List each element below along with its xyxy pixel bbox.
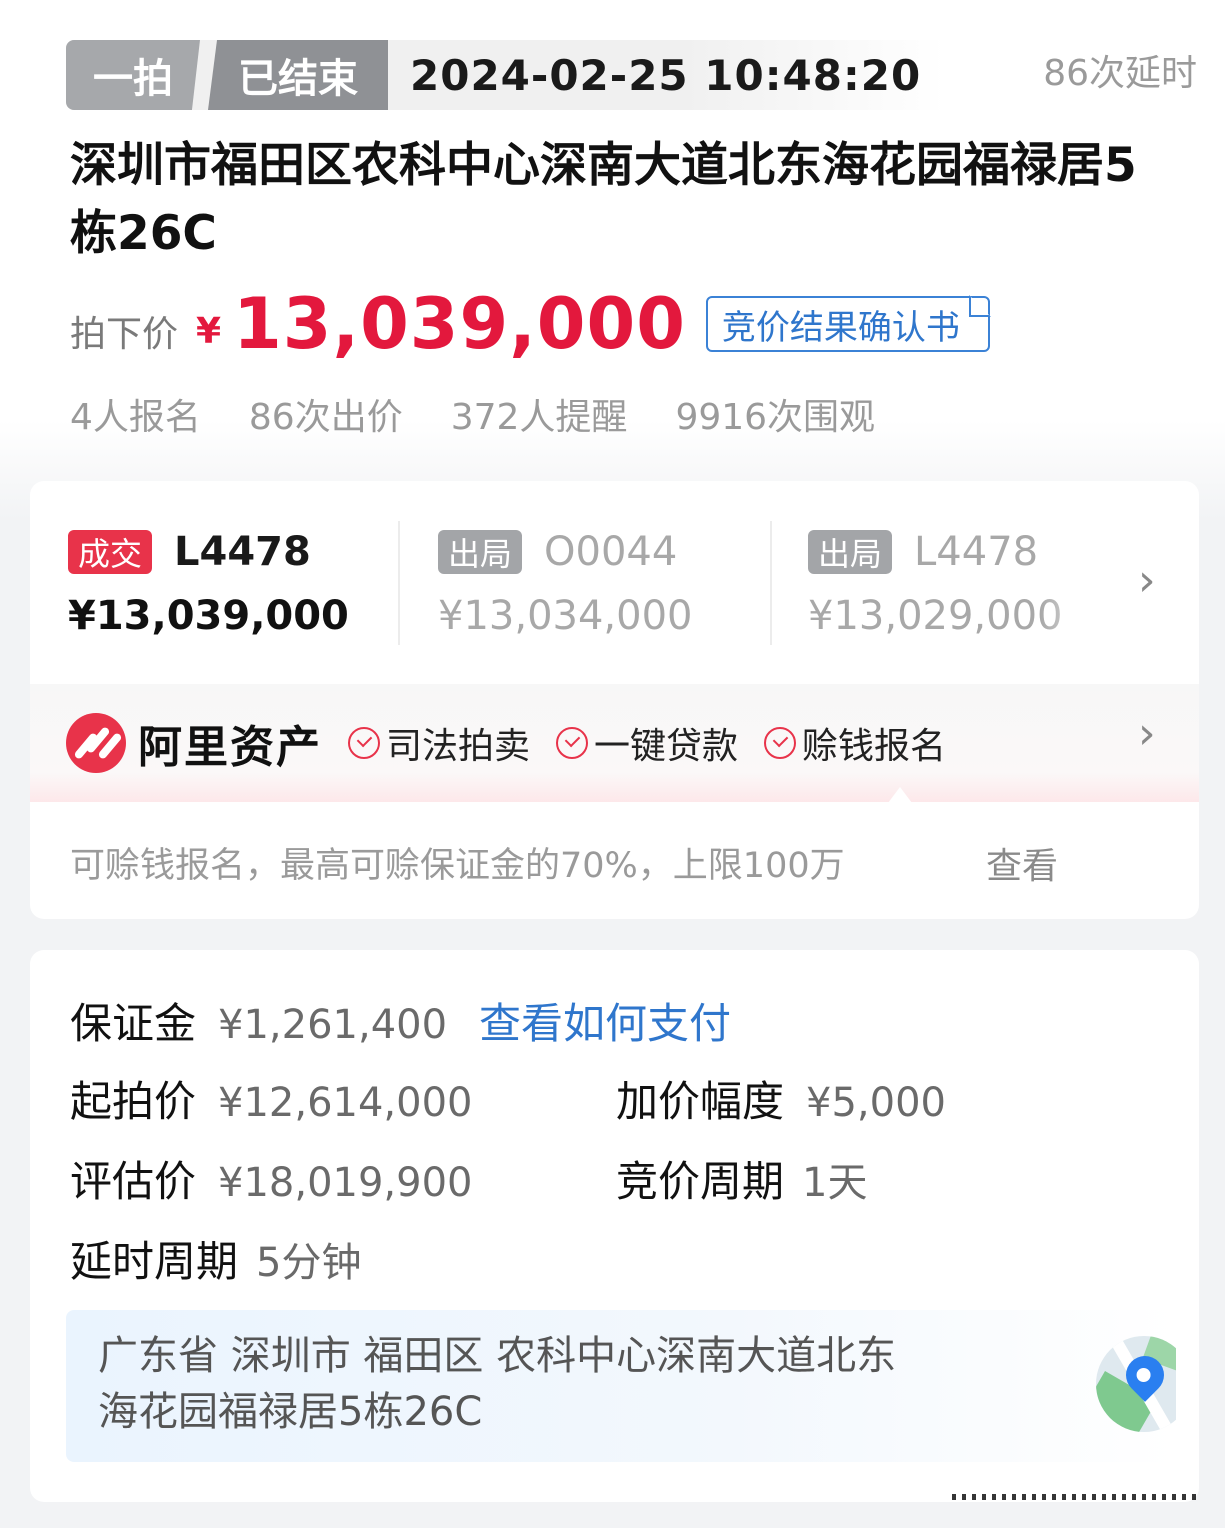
check-circle-icon <box>348 727 380 759</box>
bid-records-card: 成交 L4478 ¥13,039,000 出局 O0044 ¥13,034,00… <box>30 481 1199 919</box>
delay-cycle-row: 延时周期 5分钟 <box>70 1228 361 1289</box>
bidder-id: L4478 <box>914 529 1039 575</box>
bidder-id: O0044 <box>544 529 678 575</box>
scroll-fade <box>1040 521 1130 651</box>
delay-cycle-label: 延时周期 <box>70 1237 239 1286</box>
check-circle-icon <box>556 727 589 759</box>
start-price-row: 起拍价 ¥12,614,000 <box>70 1068 473 1129</box>
ali-assets-banner[interactable]: 阿里资产 司法拍卖 一键贷款 赊钱报名 › <box>30 684 1199 802</box>
appraisal-label: 评估价 <box>70 1157 197 1206</box>
address-box[interactable]: 广东省 深圳市 福田区 农科中心深南大道北东 海花园福禄居5栋26C <box>66 1310 1176 1462</box>
bid-amount: ¥13,029,000 <box>808 593 1063 639</box>
bid-confirmation-label: 竞价结果确认书 <box>721 307 960 348</box>
home-indicator <box>952 1494 1198 1500</box>
bidder-id: L4478 <box>174 529 311 575</box>
property-address: 广东省 深圳市 福田区 农科中心深南大道北东 海花园福禄居5栋26C <box>98 1333 897 1435</box>
bid-divider <box>770 521 772 645</box>
increment-row: 加价幅度 ¥5,000 <box>616 1068 946 1129</box>
increment-label: 加价幅度 <box>616 1077 785 1126</box>
auction-stats: 4人报名 86次出价 372人提醒 9916次围观 <box>70 388 875 440</box>
final-price-label: 拍下价 <box>70 314 179 355</box>
bid-divider <box>398 521 400 645</box>
delay-count: 86次延时 <box>1043 53 1197 94</box>
final-price-row: 拍下价 ¥ 13,039,000 竞价结果确认书 <box>70 282 991 366</box>
final-price-value: 13,039,000 <box>233 283 686 365</box>
chevron-right-icon[interactable]: › <box>1138 708 1156 759</box>
out-badge: 出局 <box>438 530 523 574</box>
appraisal-row: 评估价 ¥18,019,900 <box>70 1148 473 1209</box>
bidding-cycle-label: 竞价周期 <box>616 1157 785 1206</box>
view-link[interactable]: 查看 <box>986 837 1058 889</box>
start-price-label: 起拍价 <box>70 1077 197 1126</box>
deal-badge: 成交 <box>68 530 153 574</box>
increment-value: ¥5,000 <box>806 1080 946 1126</box>
ali-assets-logo-icon <box>66 713 126 773</box>
start-price-value: ¥12,614,000 <box>218 1080 473 1126</box>
end-time: 2024-02-25 10:48:20 <box>410 50 922 100</box>
bidding-cycle-value: 1天 <box>802 1160 868 1206</box>
deposit-row: 保证金 ¥1,261,400 查看如何支付 <box>70 990 731 1051</box>
signup-count: 4人报名 <box>70 397 201 438</box>
how-to-pay-link[interactable]: 查看如何支付 <box>479 990 731 1051</box>
feature-judicial-auction: 司法拍卖 <box>348 717 530 769</box>
check-circle-icon <box>764 727 797 759</box>
auction-status-bar: 一拍 已结束 2024-02-25 10:48:20 <box>66 40 946 110</box>
bidding-cycle-row: 竞价周期 1天 <box>616 1148 867 1209</box>
bid-amount: ¥13,039,000 <box>68 593 349 639</box>
document-fold-icon <box>968 295 991 317</box>
bid-amount: ¥13,034,000 <box>438 593 693 639</box>
deposit-value: ¥1,261,400 <box>218 1002 448 1048</box>
bid-confirmation-button[interactable]: 竞价结果确认书 <box>705 295 991 352</box>
auction-round-tag: 一拍 <box>66 40 200 110</box>
credit-signup-tip: 可赊钱报名，最高可赊保证金的70%，上限100万 <box>70 846 845 886</box>
bid-count: 86次出价 <box>248 397 403 438</box>
delay-cycle-value: 5分钟 <box>256 1240 362 1286</box>
chevron-right-icon[interactable]: › <box>1138 555 1156 606</box>
appraisal-value: ¥18,019,900 <box>218 1160 473 1206</box>
auction-status-tag: 已结束 <box>208 40 388 110</box>
feature-one-click-loan: 一键贷款 <box>556 717 738 769</box>
feature-credit-signup: 赊钱报名 <box>764 717 946 769</box>
deposit-label: 保证金 <box>70 999 197 1048</box>
property-title: 深圳市福田区农科中心深南大道北东海花园福禄居5栋26C <box>70 138 1137 261</box>
reminder-count: 372人提醒 <box>450 397 628 438</box>
auction-details-card: 保证金 ¥1,261,400 查看如何支付 起拍价 ¥12,614,000 加价… <box>30 950 1199 1502</box>
view-count: 9916次围观 <box>675 397 876 438</box>
ali-assets-brand: 阿里资产 <box>138 722 322 773</box>
map-pin-icon[interactable] <box>1096 1336 1176 1432</box>
currency-symbol: ¥ <box>196 310 222 352</box>
out-badge: 出局 <box>808 530 893 574</box>
